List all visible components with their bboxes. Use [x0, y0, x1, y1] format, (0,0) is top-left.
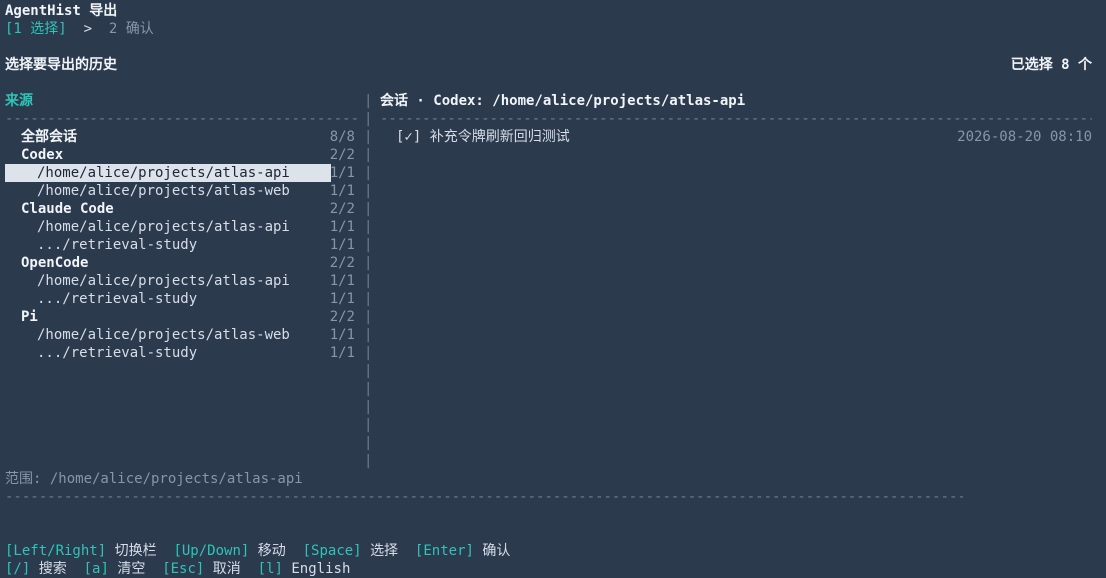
divider-char: |	[364, 327, 373, 343]
source-count: 1/1	[329, 327, 355, 343]
source-count: 2/2	[329, 201, 355, 217]
source-group-row[interactable]: OpenCode 2/2	[5, 254, 357, 272]
help-key: [Enter]	[414, 543, 474, 559]
divider-char: |	[364, 237, 373, 253]
source-path-row[interactable]: /home/alice/projects/atlas-web 1/1	[5, 326, 357, 344]
sessions-header: 会话 · Codex: /home/alice/projects/atlas-a…	[380, 93, 746, 109]
source-count: 1/1	[329, 183, 355, 199]
footer-divider: ----------------------------------------…	[5, 489, 963, 505]
divider-char: |	[364, 273, 373, 289]
step-next: 2 确认	[108, 21, 154, 37]
selected-count: 已选择 8 个	[1010, 57, 1092, 73]
source-path-row[interactable]: /home/alice/projects/atlas-api 1/1	[5, 272, 357, 290]
divider-char: |	[364, 111, 373, 127]
help-key: [Esc]	[162, 561, 205, 577]
source-count: 2/2	[329, 255, 355, 271]
source-count: 1/1	[329, 291, 355, 307]
source-count: 2/2	[329, 147, 355, 163]
source-count: 1/1	[329, 345, 355, 361]
source-label: /home/alice/projects/atlas-web	[37, 183, 290, 199]
source-count: 2/2	[329, 309, 355, 325]
divider-char: |	[364, 417, 373, 433]
sources-header: 来源	[5, 93, 33, 109]
divider-char: |	[364, 399, 373, 415]
source-path-row[interactable]: /home/alice/projects/atlas-api 1/1	[5, 164, 357, 182]
source-label: /home/alice/projects/atlas-api	[37, 165, 290, 181]
source-label: /home/alice/projects/atlas-api	[37, 219, 290, 235]
sources-divider: ----------------------------------------…	[5, 111, 357, 127]
session-title: [✓] 补充令牌刷新回归测试	[396, 128, 570, 146]
source-label: Codex	[21, 147, 64, 163]
help-key: [a]	[83, 561, 109, 577]
source-label: Claude Code	[21, 201, 114, 217]
source-path-row[interactable]: /home/alice/projects/atlas-api 1/1	[5, 218, 357, 236]
source-group-row[interactable]: Pi 2/2	[5, 308, 357, 326]
session-time: 2026-08-20 08:10	[957, 129, 1092, 145]
sessions-divider: ----------------------------------------…	[380, 111, 1092, 127]
help-key: [/]	[5, 561, 31, 577]
source-label: /home/alice/projects/atlas-web	[37, 327, 290, 343]
source-label: Pi	[21, 309, 38, 325]
divider-char: |	[364, 129, 373, 145]
divider-char: |	[364, 93, 373, 109]
divider-char: |	[364, 201, 373, 217]
help-desc: English	[291, 561, 351, 577]
scope-line: 范围: /home/alice/projects/atlas-api	[5, 471, 303, 487]
divider-char: |	[364, 309, 373, 325]
source-label: .../retrieval-study	[37, 237, 198, 253]
source-label: 全部会话	[21, 129, 77, 145]
source-path-row[interactable]: .../retrieval-study 1/1	[5, 236, 357, 254]
source-path-row[interactable]: .../retrieval-study 1/1	[5, 344, 357, 362]
source-label: .../retrieval-study	[37, 291, 198, 307]
divider-char: |	[364, 435, 373, 451]
source-count: 1/1	[329, 219, 355, 235]
source-group-row[interactable]: Claude Code 2/2	[5, 200, 357, 218]
source-count: 8/8	[329, 129, 355, 145]
help-desc: 搜索	[38, 561, 67, 577]
source-group-row[interactable]: 全部会话 8/8	[5, 128, 357, 146]
source-group-row[interactable]: Codex 2/2	[5, 146, 357, 164]
help-desc: 选择	[370, 543, 399, 559]
divider-char: |	[364, 453, 373, 469]
help-desc: 确认	[482, 543, 511, 559]
section-title: 选择要导出的历史	[5, 57, 117, 73]
session-checkbox[interactable]: [✓]	[396, 129, 421, 145]
step-current: [1 选择]	[5, 21, 67, 37]
source-count: 1/1	[329, 165, 355, 181]
divider-char: |	[364, 183, 373, 199]
divider-char: |	[364, 147, 373, 163]
step-indicator: [1 选择] > 2 确认	[5, 20, 154, 38]
source-count: 1/1	[329, 273, 355, 289]
help-row-2: [/] 搜索 [a] 清空 [Esc] 取消 [l] English	[5, 542, 350, 578]
step-separator: >	[83, 21, 93, 37]
source-count: 1/1	[329, 237, 355, 253]
divider-char: |	[364, 381, 373, 397]
source-label: .../retrieval-study	[37, 345, 198, 361]
help-desc: 取消	[212, 561, 241, 577]
source-label: OpenCode	[21, 255, 89, 271]
divider-char: |	[364, 165, 373, 181]
source-path-row[interactable]: /home/alice/projects/atlas-web 1/1	[5, 182, 357, 200]
divider-char: |	[364, 363, 373, 379]
source-label: /home/alice/projects/atlas-api	[37, 273, 290, 289]
divider-char: |	[364, 219, 373, 235]
divider-char: |	[364, 291, 373, 307]
source-path-row[interactable]: .../retrieval-study 1/1	[5, 290, 357, 308]
session-row[interactable]: [✓] 补充令牌刷新回归测试 2026-08-20 08:10	[396, 128, 1092, 146]
divider-char: |	[364, 255, 373, 271]
help-key: [l]	[257, 561, 283, 577]
session-title-text: 补充令牌刷新回归测试	[429, 129, 570, 145]
help-desc: 清空	[117, 561, 146, 577]
app-title: AgentHist 导出	[5, 3, 118, 19]
divider-char: |	[364, 345, 373, 361]
